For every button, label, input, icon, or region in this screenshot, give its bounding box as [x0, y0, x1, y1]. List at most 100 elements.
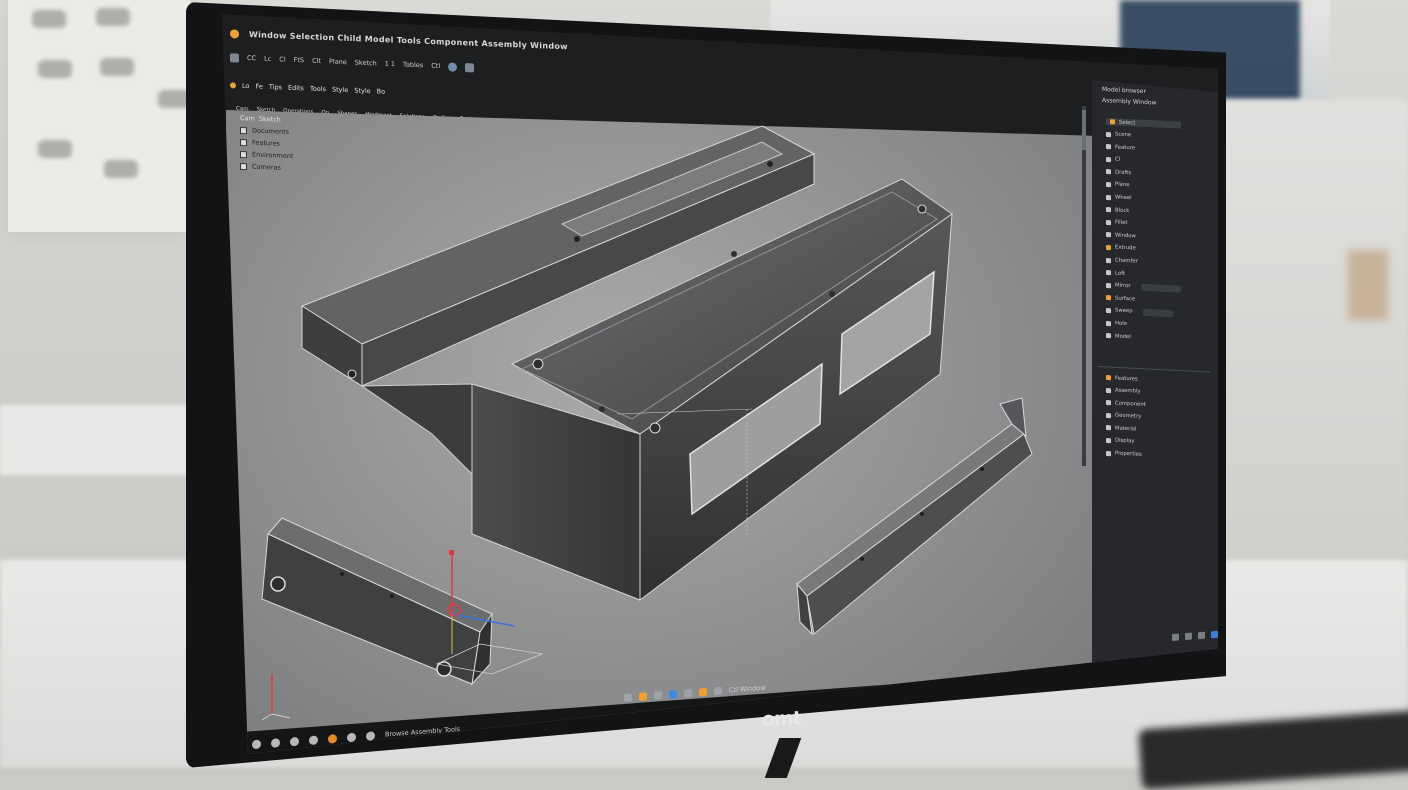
scrollbar-thumb[interactable] — [1082, 110, 1086, 150]
assembly-row[interactable]: Material — [1106, 424, 1146, 433]
assembly-label: Features — [1115, 374, 1138, 383]
feature-icon — [1106, 232, 1111, 238]
cad-model-canvas[interactable] — [222, 14, 1218, 754]
tree-item-label: Features — [252, 138, 280, 148]
cad-app-icon[interactable] — [328, 733, 337, 744]
dock-app-icon[interactable] — [699, 687, 707, 697]
wall-shelf — [0, 405, 200, 475]
feature-row[interactable]: Fillet — [1106, 219, 1181, 230]
feature-row[interactable]: Chamfer — [1106, 257, 1181, 268]
dock-app-icon[interactable] — [654, 691, 662, 700]
folder-icon[interactable] — [347, 732, 356, 742]
feature-row[interactable]: Loft — [1106, 269, 1181, 280]
feature-label: Chamfer — [1115, 257, 1138, 265]
feature-row[interactable]: Scene — [1106, 131, 1181, 142]
feature-row[interactable]: Plane — [1106, 181, 1181, 192]
feature-row[interactable]: Extrude — [1106, 244, 1181, 255]
feature-icon — [1106, 244, 1111, 251]
layer-icon — [1106, 400, 1111, 406]
checkbox-icon[interactable] — [240, 162, 247, 170]
assembly-row[interactable]: Component — [1106, 399, 1146, 408]
dock-app-icon[interactable] — [684, 689, 692, 698]
chat-icon[interactable] — [309, 734, 318, 745]
dock-app-icon[interactable] — [624, 693, 632, 702]
feature-label: Extrude — [1115, 244, 1136, 252]
feature-row[interactable]: Block — [1106, 206, 1181, 217]
status-icon[interactable] — [1185, 632, 1192, 641]
poster-sketch — [32, 10, 66, 28]
feature-icon — [1110, 119, 1115, 125]
checkbox-icon[interactable] — [240, 150, 247, 158]
feature-row[interactable]: Cl — [1106, 156, 1181, 167]
feature-label: Scene — [1115, 131, 1132, 139]
panel-header: Model browser Assembly Window — [1102, 86, 1156, 107]
assembly-row[interactable]: Assembly — [1106, 387, 1146, 396]
feature-label: Surface — [1115, 295, 1136, 303]
feature-label: Sweep — [1115, 307, 1133, 315]
poster-sketch — [38, 60, 72, 78]
tree-item-label: Environment — [252, 150, 294, 161]
dock-app-icon[interactable] — [669, 690, 677, 699]
feature-label: Loft — [1115, 270, 1125, 277]
feature-row[interactable]: Mirror — [1106, 282, 1181, 293]
assembly-label: Display — [1115, 437, 1135, 445]
feature-label: Feature — [1115, 144, 1136, 152]
feature-label: Plane — [1115, 181, 1130, 189]
property-field[interactable] — [1142, 308, 1173, 318]
viewport-scrollbar[interactable] — [1082, 105, 1086, 467]
search-icon[interactable] — [271, 737, 280, 748]
monitor-brand-logo: omt — [762, 707, 801, 731]
assembly-label: Component — [1115, 400, 1146, 408]
layer-icon — [1106, 450, 1111, 456]
feature-row[interactable]: Wheel — [1106, 194, 1181, 205]
feature-label: Block — [1115, 207, 1130, 214]
origin-axes-icon — [261, 674, 291, 721]
tree-item[interactable]: Environment — [240, 150, 294, 160]
assembly-row[interactable]: Display — [1106, 437, 1146, 446]
feature-label: Select — [1119, 119, 1136, 126]
feature-icon — [1106, 333, 1111, 339]
feature-icon — [1106, 219, 1111, 225]
feature-row[interactable]: Drafts — [1106, 168, 1181, 179]
assembly-label: Material — [1115, 425, 1137, 433]
browser-header-item[interactable]: Cam — [240, 114, 255, 123]
poster-sketch — [104, 160, 138, 178]
layer-icon — [1106, 387, 1111, 393]
feature-list: Select Scene Feature Cl Drafts Plane Whe… — [1106, 118, 1181, 343]
browser-header-item[interactable]: Sketch — [259, 115, 281, 124]
feature-row[interactable]: Surface — [1106, 294, 1181, 305]
panel-title: Model browser — [1102, 86, 1146, 96]
task-view-icon[interactable] — [290, 736, 299, 746]
dock-app-icon[interactable] — [714, 686, 722, 696]
tree-item[interactable]: Documents — [240, 126, 294, 136]
feature-row[interactable]: Window — [1106, 231, 1181, 242]
tree-item-label: Cameras — [252, 162, 281, 172]
feature-icon — [1106, 181, 1111, 188]
feature-label: Wheel — [1115, 194, 1132, 202]
feature-label: Mirror — [1115, 282, 1131, 290]
assembly-row[interactable]: Geometry — [1106, 412, 1146, 421]
feature-row[interactable]: Hole — [1106, 320, 1181, 331]
status-icon[interactable] — [1172, 633, 1179, 641]
feature-icon — [1106, 282, 1111, 288]
feature-icon — [1106, 131, 1111, 137]
poster-sketch — [96, 8, 130, 26]
checkbox-icon[interactable] — [240, 126, 247, 134]
feature-row[interactable]: Sweep — [1106, 307, 1181, 318]
cabinet — [1218, 100, 1408, 560]
cardboard-box — [1348, 250, 1388, 320]
tree-item[interactable]: Features — [240, 138, 294, 148]
notification-icon[interactable] — [1211, 630, 1218, 639]
start-icon[interactable] — [252, 739, 261, 749]
status-icon[interactable] — [1198, 631, 1205, 640]
browser-icon[interactable] — [366, 730, 375, 741]
assembly-row[interactable]: Features — [1106, 374, 1146, 383]
feature-row[interactable]: Feature — [1106, 143, 1181, 154]
feature-icon — [1106, 156, 1111, 163]
dock-app-icon[interactable] — [639, 692, 647, 701]
cad-application-screen: Window Selection Child Model Tools Compo… — [222, 14, 1218, 754]
mounting-bar-part[interactable] — [261, 517, 493, 686]
property-dropdown[interactable] — [1140, 283, 1181, 293]
assembly-list: Features Assembly Component Geometry Mat… — [1106, 374, 1146, 459]
checkbox-icon[interactable] — [240, 138, 247, 146]
